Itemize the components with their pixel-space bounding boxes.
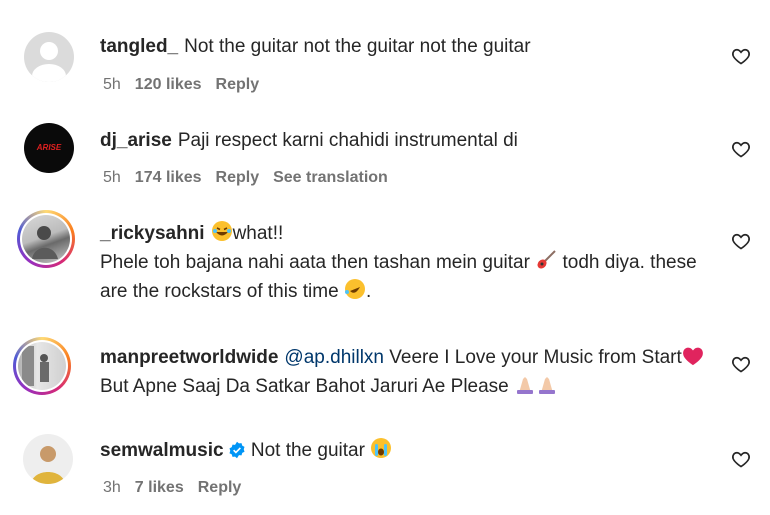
comment-likes[interactable]: 7 likes	[135, 479, 184, 496]
comment-text: semwalmusic Not the guitar	[100, 437, 710, 466]
mention-link[interactable]: @ap.dhillxn	[284, 347, 384, 368]
avatar[interactable]	[17, 210, 75, 268]
avatar[interactable]	[23, 434, 73, 484]
comment-time[interactable]: 3h	[103, 479, 121, 496]
comment-body: Not the guitar not the guitar not the gu…	[184, 36, 531, 57]
profile-photo	[31, 446, 65, 484]
heart-outline-icon[interactable]	[731, 354, 751, 374]
comment-time[interactable]: 5h	[103, 76, 121, 93]
folded-hands-emoji-icon	[514, 373, 536, 402]
guitar-emoji-icon	[535, 249, 557, 278]
comment-body-b: Phele toh bajana nahi aata then tashan m…	[100, 252, 530, 273]
rofl-emoji-icon	[344, 278, 366, 307]
reply-button[interactable]: Reply	[198, 479, 242, 496]
profile-photo	[22, 346, 49, 386]
comment-username[interactable]: tangled_	[100, 36, 178, 57]
avatar-logo: ARISE	[36, 143, 62, 152]
comment-body-a: Veere I Love your Music from Start	[389, 347, 682, 368]
verified-badge-icon	[228, 441, 246, 466]
reply-button[interactable]: Reply	[216, 169, 260, 186]
see-translation-button[interactable]: See translation	[273, 169, 388, 186]
comment-meta: 3h 7 likes Reply	[103, 479, 255, 497]
heart-outline-icon[interactable]	[731, 231, 751, 251]
heart-outline-icon[interactable]	[731, 139, 751, 159]
comment-username[interactable]: manpreetworldwide	[100, 347, 278, 368]
comment-username[interactable]: dj_arise	[100, 130, 172, 151]
comment-time[interactable]: 5h	[103, 169, 121, 186]
reply-button[interactable]: Reply	[216, 76, 260, 93]
comment-meta: 5h 120 likes Reply	[103, 76, 273, 94]
comment-likes[interactable]: 120 likes	[135, 76, 202, 93]
avatar[interactable]	[24, 32, 74, 82]
comment-username[interactable]: _rickysahni	[100, 223, 205, 244]
comment-body-b: But Apne Saaj Da Satkar Bahot Jaruri Ae …	[100, 376, 509, 397]
comment-likes[interactable]: 174 likes	[135, 169, 202, 186]
comment-body: Paji respect karni chahidi instrumental …	[177, 130, 518, 151]
comment-body-d: .	[365, 281, 372, 302]
comment-body-a: what!!	[232, 223, 284, 244]
red-heart-emoji-icon	[682, 346, 704, 373]
laughing-emoji-icon	[211, 220, 233, 249]
profile-photo	[32, 226, 58, 259]
crying-emoji-icon	[370, 437, 392, 466]
comment-text: manpreetworldwide @ap.dhillxn Veere I Lov…	[100, 345, 710, 402]
heart-outline-icon[interactable]	[731, 46, 751, 66]
folded-hands-emoji-icon	[536, 373, 558, 402]
comment-username[interactable]: semwalmusic	[100, 440, 224, 461]
comment-text: dj_arise Paji respect karni chahidi instr…	[100, 128, 710, 153]
comment-text: _rickysahni what!! Phele toh bajana nahi …	[100, 220, 710, 307]
comment-meta: 5h 174 likes Reply See translation	[103, 169, 402, 187]
avatar[interactable]: ARISE	[24, 123, 74, 173]
default-avatar-icon	[32, 42, 66, 82]
comment-body: Not the guitar	[250, 440, 365, 461]
avatar[interactable]	[13, 337, 71, 395]
comment-text: tangled_ Not the guitar not the guitar no…	[100, 34, 710, 59]
heart-outline-icon[interactable]	[731, 449, 751, 469]
